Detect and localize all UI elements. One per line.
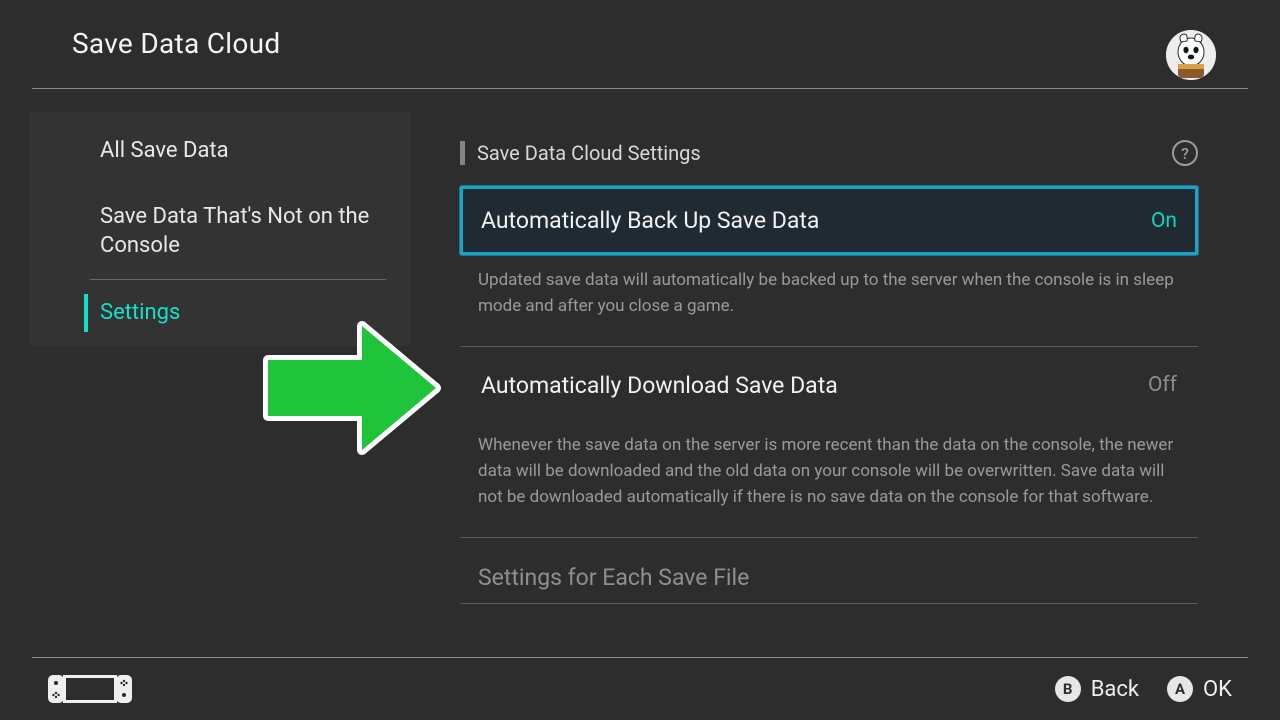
option-auto-download[interactable]: Automatically Download Save Data Off xyxy=(460,351,1198,420)
option-label: Automatically Download Save Data xyxy=(481,372,838,399)
a-button-icon: A xyxy=(1167,676,1193,702)
sidebar-item-all-save-data[interactable]: All Save Data xyxy=(30,118,410,184)
sidebar-item-settings[interactable]: Settings xyxy=(30,280,410,346)
sub-section-each-save-file[interactable]: Settings for Each Save File xyxy=(460,542,1198,599)
sidebar-item-label: All Save Data xyxy=(100,138,229,163)
section-marker xyxy=(460,141,465,165)
option-auto-backup[interactable]: Automatically Back Up Save Data On xyxy=(460,186,1198,255)
controller-icon xyxy=(48,673,132,705)
hint-label: Back xyxy=(1091,677,1139,702)
option-auto-backup-desc: Updated save data will automatically be … xyxy=(460,255,1198,342)
option-auto-download-desc: Whenever the save data on the server is … xyxy=(460,420,1198,533)
b-button-icon: B xyxy=(1055,676,1081,702)
section-title: Save Data Cloud Settings xyxy=(477,141,1172,165)
hint-ok[interactable]: A OK xyxy=(1167,676,1232,702)
divider xyxy=(460,346,1198,347)
divider xyxy=(460,537,1198,538)
sidebar: All Save Data Save Data That's Not on th… xyxy=(30,112,410,346)
sidebar-item-not-on-console[interactable]: Save Data That's Not on the Console xyxy=(30,184,410,279)
main-panel: Save Data Cloud Settings ? Automatically… xyxy=(460,140,1198,608)
sidebar-item-label: Settings xyxy=(100,300,180,325)
header: Save Data Cloud xyxy=(0,0,1280,88)
sidebar-item-label: Save Data That's Not on the Console xyxy=(100,204,369,259)
user-avatar[interactable] xyxy=(1166,30,1216,80)
hint-back[interactable]: B Back xyxy=(1055,676,1139,702)
page-title: Save Data Cloud xyxy=(72,0,1208,88)
option-value: On xyxy=(1151,209,1177,233)
option-value: Off xyxy=(1148,373,1177,397)
header-divider xyxy=(32,88,1248,89)
section-header: Save Data Cloud Settings ? xyxy=(460,140,1198,166)
hint-label: OK xyxy=(1203,677,1232,702)
footer: B Back A OK xyxy=(0,658,1280,720)
help-icon[interactable]: ? xyxy=(1172,140,1198,166)
divider xyxy=(460,603,1198,604)
option-label: Automatically Back Up Save Data xyxy=(481,207,819,234)
